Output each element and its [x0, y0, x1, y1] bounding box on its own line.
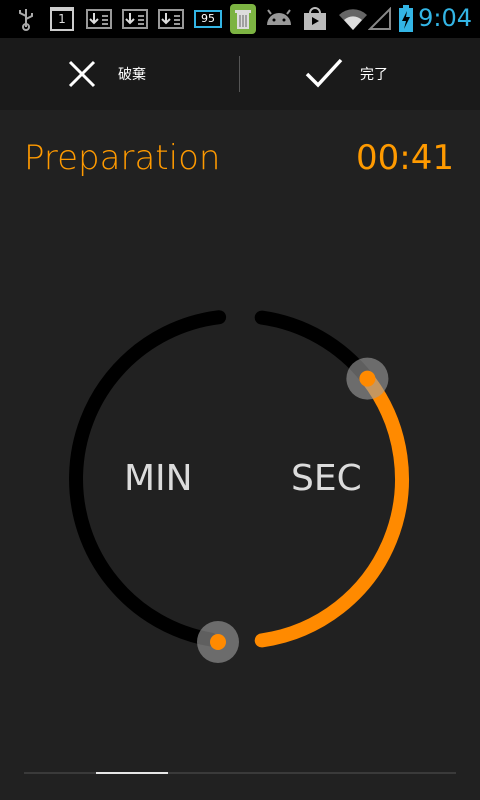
page-indicator-current: [96, 772, 168, 774]
battery-level-icon: 95: [194, 10, 222, 28]
battery-charging-icon: [399, 5, 413, 32]
seconds-handle[interactable]: [346, 357, 389, 400]
minutes-label: MIN: [124, 458, 193, 499]
download-icon: [86, 7, 112, 31]
page-indicator: [24, 772, 456, 774]
done-label: 完了: [360, 67, 388, 83]
dial-ring[interactable]: [0, 250, 480, 710]
done-button[interactable]: 完了: [240, 38, 479, 110]
action-bar: 破棄 完了: [0, 38, 480, 110]
discard-label: 破棄: [118, 67, 146, 83]
status-bar: 1 95 9:04: [0, 0, 480, 38]
android-icon: [267, 9, 291, 25]
download-icon: [158, 7, 184, 31]
calendar-icon: 1: [50, 7, 74, 31]
discard-button[interactable]: 破棄: [0, 38, 239, 110]
close-icon: [68, 60, 96, 88]
play-store-icon: [304, 7, 326, 30]
time-dial[interactable]: MIN SEC: [0, 250, 480, 710]
download-icon: [122, 7, 148, 31]
minutes-handle[interactable]: [197, 621, 239, 663]
battery-level-text: 95: [201, 12, 215, 25]
seconds-label: SEC: [291, 458, 362, 499]
seconds-progress-arc: [254, 371, 409, 648]
timer-value: 00:41: [356, 138, 454, 178]
wifi-icon: [339, 9, 367, 30]
calendar-day: 1: [58, 12, 66, 26]
usb-icon: [19, 9, 33, 31]
status-time: 9:04: [418, 4, 472, 32]
trash-icon: [230, 4, 256, 34]
timer-name: Preparation: [24, 138, 221, 178]
checkmark-icon: [305, 58, 343, 88]
cell-signal-icon: [368, 7, 391, 30]
